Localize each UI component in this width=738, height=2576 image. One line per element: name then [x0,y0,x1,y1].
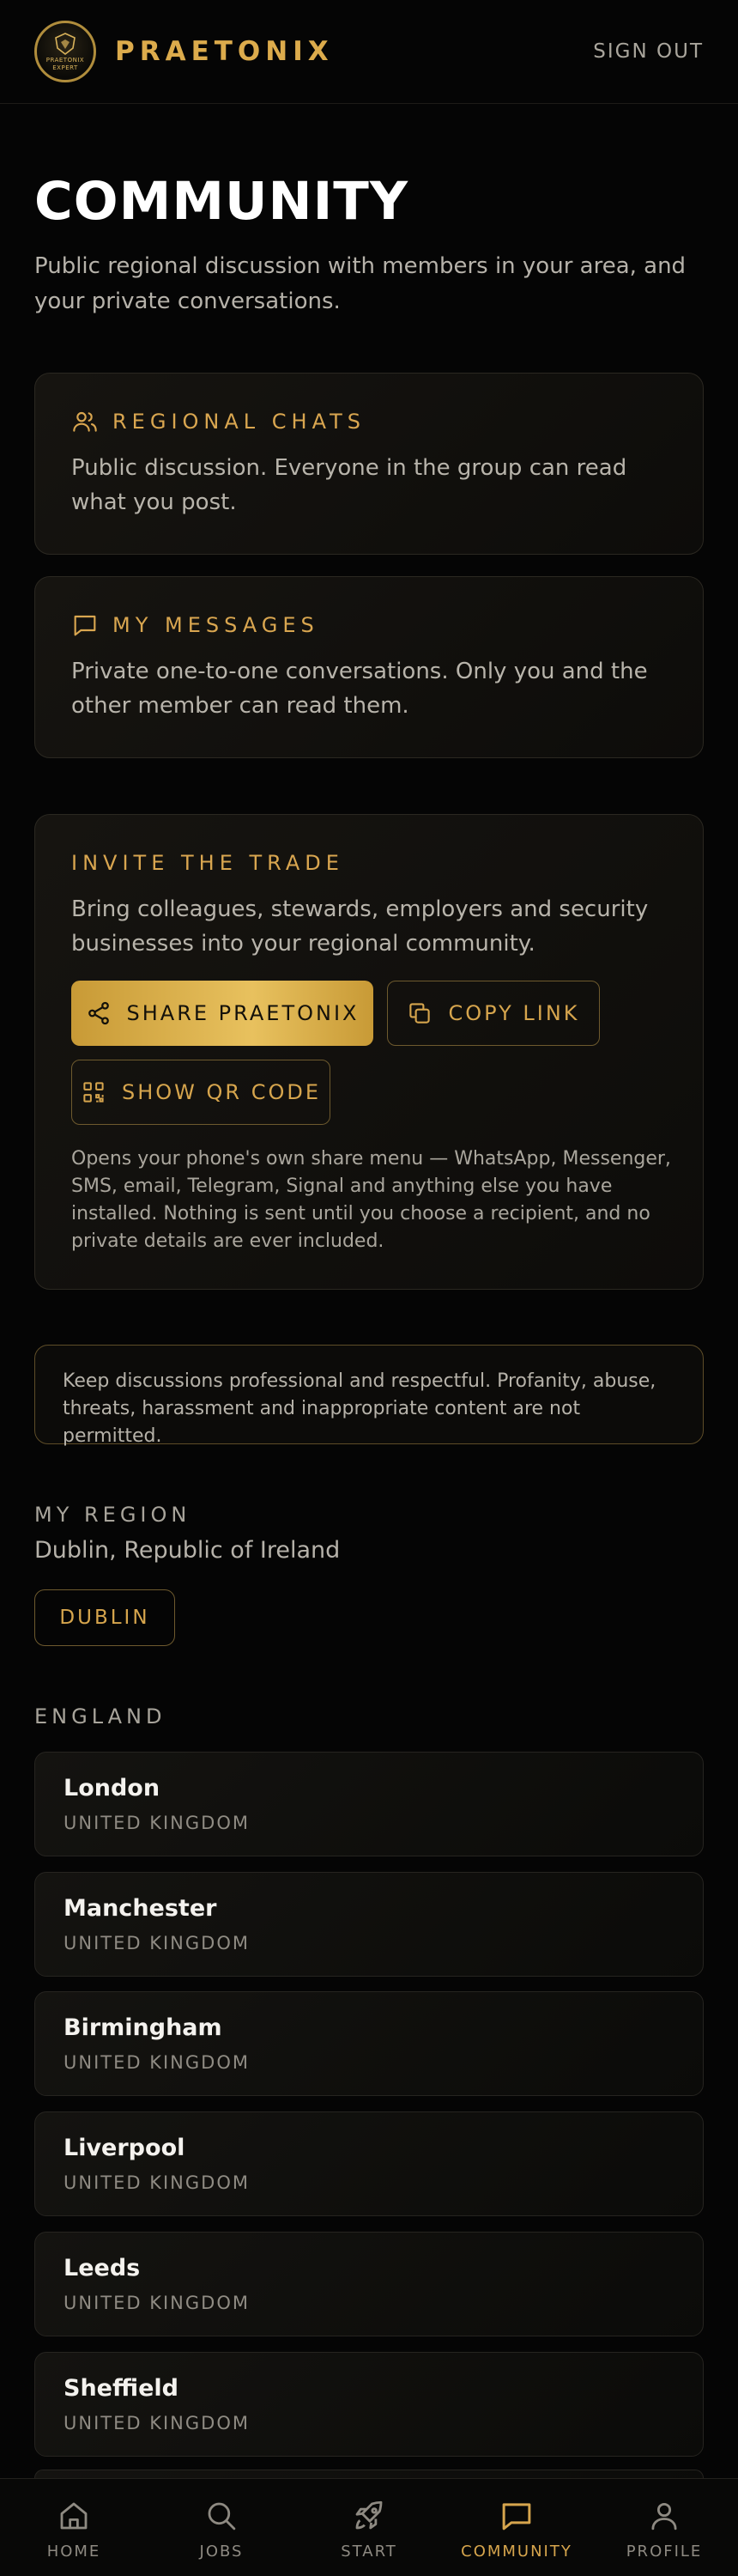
city-name: Manchester [64,1895,217,1922]
city-country: UNITED KINGDOM [64,2293,250,2313]
region-chip-dublin[interactable]: DUBLIN [34,1589,175,1646]
city-card-manchester[interactable]: Manchester UNITED KINGDOM [34,1872,704,1977]
logo-subtext: EXPERT [52,64,78,71]
city-card-birmingham[interactable]: Birmingham UNITED KINGDOM [34,1991,704,2096]
my-region-name: Dublin, Republic of Ireland [34,1537,341,1564]
city-country: UNITED KINGDOM [64,2052,250,2073]
nav-profile-label: PROFILE [626,2543,703,2561]
show-qr-code-button[interactable]: SHOW QR CODE [71,1060,330,1125]
city-name: Liverpool [64,2135,185,2161]
qr-code-icon [83,1082,104,1103]
logo-text: PRAETONIX [45,57,85,64]
page-subtitle: Public regional discussion with members … [34,253,687,314]
city-name: Birmingham [64,2014,222,2041]
message-icon [502,2503,531,2530]
page-title: COMMUNITY [34,171,409,232]
nav-home-label: HOME [46,2543,101,2561]
city-name: Leeds [64,2255,141,2281]
qr-code-label: SHOW QR CODE [121,1080,322,1104]
city-country: UNITED KINGDOM [64,1933,250,1953]
city-card-leeds[interactable]: Leeds UNITED KINGDOM [34,2232,704,2336]
nav-jobs[interactable]: JOBS [148,2479,295,2576]
bottom-navigation: HOME JOBS START COMMUNITY PROFILE [0,2478,738,2576]
england-section-label: ENGLAND [34,1704,166,1728]
city-card-sheffield[interactable]: Sheffield UNITED KINGDOM [34,2352,704,2457]
rocket-icon [355,2500,383,2530]
nav-start[interactable]: START [295,2479,443,2576]
my-messages-card[interactable]: MY MESSAGES Private one-to-one conversat… [34,576,704,758]
regional-chats-description: Public discussion. Everyone in the group… [71,455,627,515]
nav-home[interactable]: HOME [0,2479,148,2576]
city-country: UNITED KINGDOM [64,2172,250,2193]
community-rules-notice: Keep discussions professional and respec… [34,1345,704,1447]
copy-icon [409,1003,431,1024]
invite-card: INVITE THE TRADE Bring colleagues, stewa… [34,814,704,1290]
nav-jobs-label: JOBS [199,2543,244,2561]
crest-icon [55,33,76,56]
share-icon [88,1001,109,1025]
my-messages-label: MY MESSAGES [112,613,319,637]
user-icon [651,2502,677,2530]
share-button-label: SHARE PRAETONIX [126,1001,360,1025]
home-icon [60,2502,88,2530]
users-icon [73,411,97,432]
sign-out-button[interactable]: SIGN OUT [593,40,704,63]
invite-label: INVITE THE TRADE [71,851,344,875]
message-icon [74,615,96,636]
invite-note: Opens your phone's own share menu — What… [71,1148,671,1252]
my-region-label: MY REGION [34,1503,191,1527]
nav-profile[interactable]: PROFILE [590,2479,738,2576]
my-messages-description: Private one-to-one conversations. Only y… [71,659,648,719]
nav-start-label: START [341,2543,397,2561]
city-country: UNITED KINGDOM [64,1813,250,1833]
nav-community-label: COMMUNITY [461,2543,572,2561]
city-name: London [64,1775,160,1801]
regional-chats-card[interactable]: REGIONAL CHATS Public discussion. Everyo… [34,373,704,555]
invite-description: Bring colleagues, stewards, employers an… [71,896,649,957]
share-praetonix-button[interactable]: SHARE PRAETONIX [71,981,373,1046]
city-card-liverpool[interactable]: Liverpool UNITED KINGDOM [34,2111,704,2216]
regional-chats-label: REGIONAL CHATS [112,410,366,434]
top-header: PRAETONIX EXPERT PRAETONIX SIGN OUT [0,0,738,104]
copy-link-button[interactable]: COPY LINK [387,981,600,1046]
brand-logo[interactable]: PRAETONIX EXPERT [34,21,96,82]
city-name: Sheffield [64,2375,178,2402]
city-country: UNITED KINGDOM [64,2413,250,2433]
search-icon [208,2502,236,2530]
city-card-london[interactable]: London UNITED KINGDOM [34,1752,704,1856]
brand-name: PRAETONIX [115,36,334,67]
copy-link-label: COPY LINK [448,1001,580,1025]
nav-community[interactable]: COMMUNITY [443,2479,590,2576]
